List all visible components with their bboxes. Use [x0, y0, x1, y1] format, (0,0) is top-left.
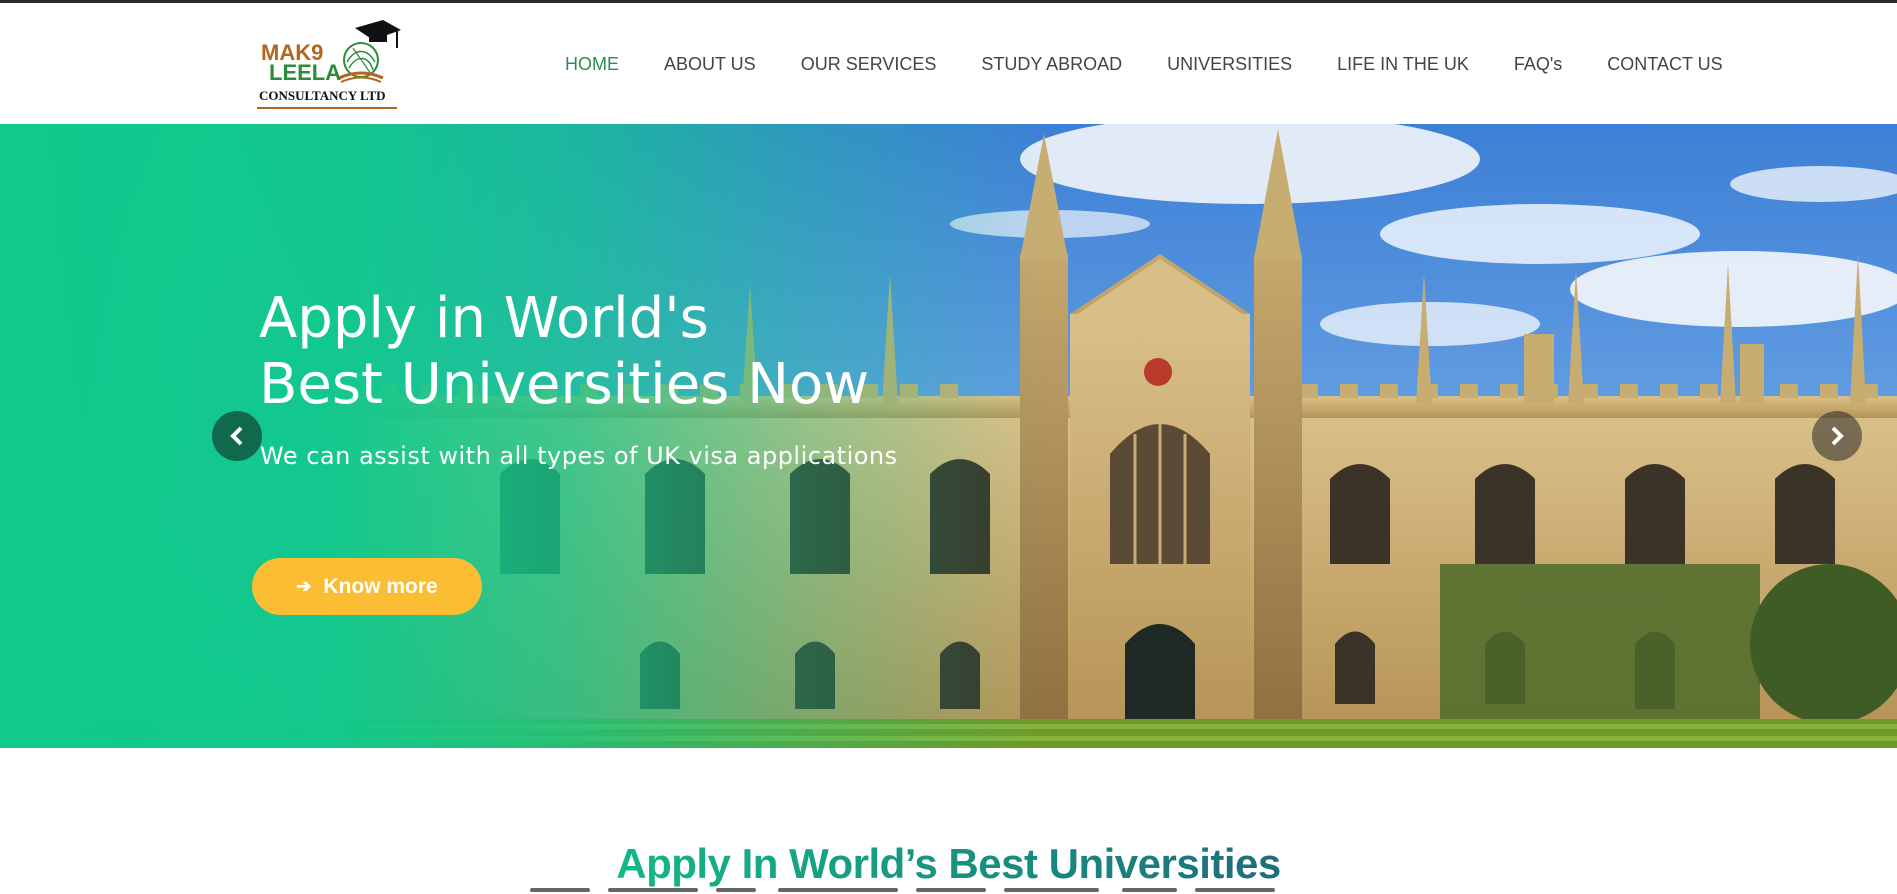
logo-underline — [257, 107, 397, 109]
nav-life-in-the-uk[interactable]: LIFE IN THE UK — [1337, 54, 1469, 84]
hero-title-line-1: Apply in World's — [259, 286, 709, 351]
hero-subtitle: We can assist with all types of UK visa … — [260, 442, 898, 470]
hero-slider: Apply in World's Best Universities Now W… — [0, 124, 1897, 748]
hero-green-overlay — [0, 124, 1897, 748]
nav-study-abroad[interactable]: STUDY ABROAD — [981, 54, 1122, 84]
section-heading-text: Apply In World’s Best Universities — [616, 839, 1281, 887]
know-more-button[interactable]: ➔ Know more — [252, 558, 482, 615]
arrow-right-icon: ➔ — [296, 576, 312, 596]
slider-prev-button[interactable] — [212, 411, 262, 461]
logo-text-consultancy: CONSULTANCY LTD — [259, 88, 386, 103]
nav-home[interactable]: HOME — [565, 54, 619, 84]
nav-faqs[interactable]: FAQ's — [1514, 54, 1562, 84]
nav-contact-us[interactable]: CONTACT US — [1607, 54, 1722, 84]
chevron-left-icon — [230, 426, 243, 446]
section-heading: Apply In World’s Best Universities — [0, 840, 1897, 888]
main-nav: HOME ABOUT US OUR SERVICES STUDY ABROAD … — [565, 54, 1768, 84]
nav-universities[interactable]: UNIVERSITIES — [1167, 54, 1292, 84]
hero-title-line-2: Best Universities Now — [259, 352, 870, 417]
chevron-right-icon — [1831, 426, 1844, 446]
slider-next-button[interactable] — [1812, 411, 1862, 461]
site-header: MAK9 LEELA CONSULTANCY LTD HOME ABOUT US… — [0, 3, 1897, 124]
know-more-label: Know more — [323, 574, 438, 598]
section-intro-text-cropped — [530, 882, 1390, 894]
nav-about-us[interactable]: ABOUT US — [664, 54, 756, 84]
logo-text-leela: LEELA — [269, 60, 342, 85]
hero-title: Apply in World's Best Universities Now — [259, 286, 869, 418]
brand-logo[interactable]: MAK9 LEELA CONSULTANCY LTD — [255, 18, 401, 112]
nav-our-services[interactable]: OUR SERVICES — [801, 54, 937, 84]
